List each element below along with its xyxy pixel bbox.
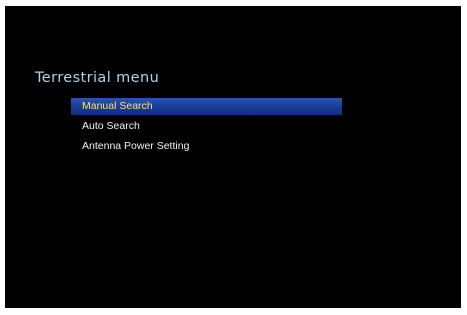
menu-title: Terrestrial menu	[35, 70, 160, 86]
menu-item-auto-search[interactable]: Auto Search	[71, 118, 342, 135]
tv-screen: Terrestrial menu Manual Search Auto Sear…	[5, 6, 461, 308]
menu-list: Manual Search Auto Search Antenna Power …	[71, 98, 342, 158]
menu-item-antenna-power-setting[interactable]: Antenna Power Setting	[71, 138, 342, 155]
menu-item-manual-search[interactable]: Manual Search	[71, 98, 342, 115]
